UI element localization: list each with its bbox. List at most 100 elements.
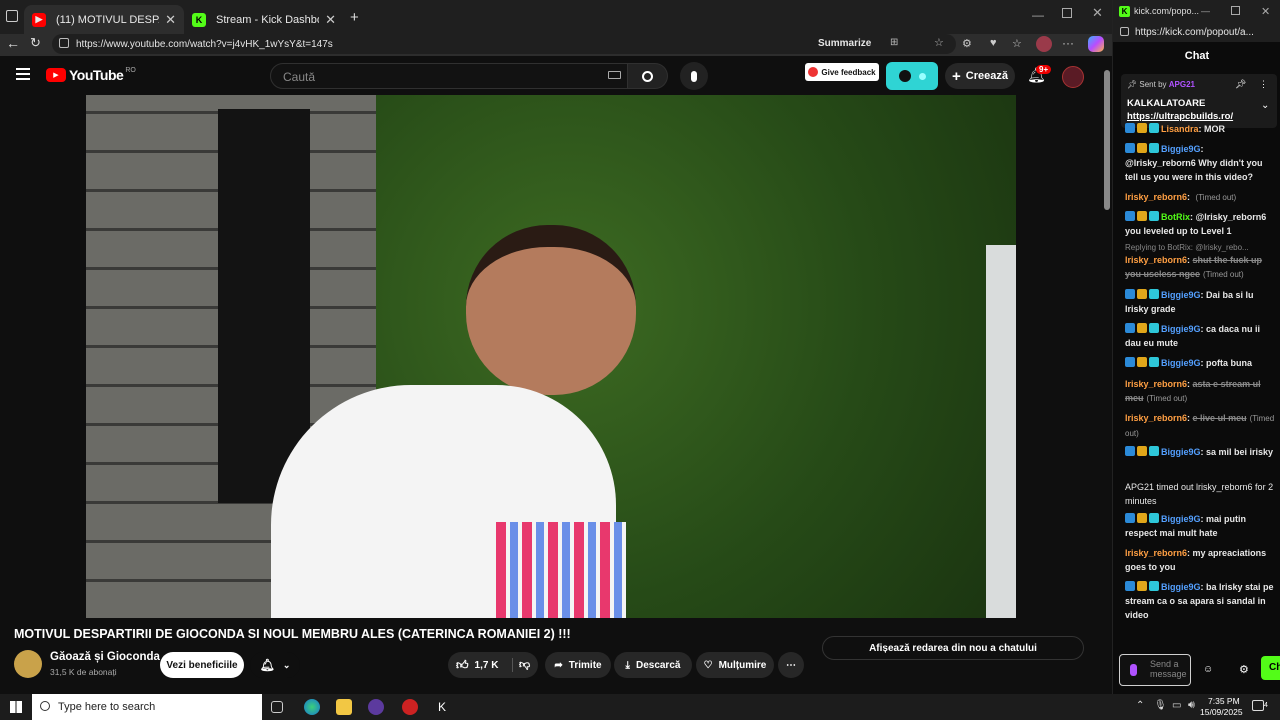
live-extension-button[interactable] bbox=[886, 62, 938, 90]
kick-app-icon[interactable]: K bbox=[434, 699, 450, 715]
youtube-logo[interactable]: ▶ YouTube RO bbox=[46, 67, 136, 83]
more-menu-icon[interactable]: ··· bbox=[1062, 36, 1074, 50]
chat-message[interactable]: lrisky_reborn6: e live ul meu (Timed out) bbox=[1125, 411, 1275, 441]
microphone-tray-icon[interactable]: 🎙︎ bbox=[1154, 700, 1167, 711]
site-info-icon[interactable] bbox=[59, 38, 69, 48]
subscribed-bell-button[interactable]: 🔔︎ ⌄ bbox=[250, 652, 300, 678]
unpin-icon[interactable]: 📌︎ bbox=[1235, 79, 1246, 90]
browser-essentials-icon[interactable]: ♥ bbox=[990, 37, 997, 49]
chat-message[interactable]: Biggie9G: ca daca nu ii dau eu mute bbox=[1125, 322, 1275, 350]
pinned-more-icon[interactable]: ⋮ bbox=[1259, 79, 1268, 90]
chat-message[interactable]: BotRix: @lrisky_reborn6 you leveled up t… bbox=[1125, 210, 1275, 238]
show-chat-replay-button[interactable]: Afișează redarea din nou a chatului bbox=[822, 636, 1084, 660]
chat-username[interactable]: Biggie9G bbox=[1161, 514, 1201, 524]
extensions-icon[interactable]: ⚙ bbox=[962, 37, 972, 50]
chat-username[interactable]: lrisky_reborn6 bbox=[1125, 255, 1187, 265]
favorites-icon[interactable]: ☆ bbox=[1012, 37, 1022, 50]
close-window-icon[interactable]: ✕ bbox=[1092, 5, 1103, 21]
emote-picker-icon[interactable]: ☺ bbox=[1203, 664, 1213, 675]
chat-message[interactable]: lrisky_reborn6: asta e stream ul meu (Tim… bbox=[1125, 377, 1275, 406]
account-avatar[interactable] bbox=[1062, 66, 1084, 88]
chat-username[interactable]: Biggie9G bbox=[1161, 290, 1201, 300]
hamburger-menu-icon[interactable] bbox=[16, 68, 30, 80]
chat-username[interactable]: Biggie9G bbox=[1161, 447, 1201, 457]
clock-date[interactable]: 15/09/2025 bbox=[1200, 707, 1243, 717]
close-tab-icon[interactable]: ✕ bbox=[325, 12, 336, 28]
chat-message[interactable]: Biggie9G: ba lrisky stai pe stream ca o … bbox=[1125, 580, 1275, 622]
taskbar-search-input[interactable]: Type here to search bbox=[32, 694, 262, 720]
chat-settings-icon[interactable]: ⚙ bbox=[1239, 663, 1249, 676]
record-app-icon[interactable] bbox=[402, 699, 418, 715]
channel-name[interactable]: Găoază și Gioconda bbox=[50, 651, 160, 663]
clock-time[interactable]: 7:35 PM bbox=[1208, 696, 1240, 706]
chat-username[interactable]: lrisky_reborn6 bbox=[1125, 379, 1187, 389]
chat-message[interactable]: Biggie9G: sa mil bei irisky bbox=[1125, 445, 1275, 459]
minimize-window-icon[interactable]: — bbox=[1032, 8, 1044, 22]
collapse-chevron-icon[interactable]: ⌄ bbox=[1261, 100, 1269, 111]
video-player[interactable] bbox=[86, 95, 1016, 618]
pinned-message[interactable]: 📌︎ Sent by APG21 📌︎ ⋮ KALKALATOARE https… bbox=[1121, 74, 1277, 128]
favorite-star-icon[interactable]: ☆ bbox=[934, 36, 944, 49]
chat-message[interactable]: lrisky_reborn6: (Timed out) bbox=[1125, 190, 1275, 205]
share-button[interactable]: ➦ Trimite bbox=[545, 652, 611, 678]
close-window-icon[interactable]: ✕ bbox=[1261, 5, 1270, 18]
chat-username[interactable]: Lisandra bbox=[1161, 124, 1199, 134]
chat-system-message[interactable]: APG21 timed out lrisky_reborn6 for 2 min… bbox=[1125, 480, 1275, 508]
tab-kick-dashboard[interactable]: K Stream - Kick Dashboard ✕ bbox=[184, 5, 344, 34]
page-scrollbar[interactable] bbox=[1102, 56, 1112, 694]
edge-browser-icon[interactable] bbox=[304, 699, 320, 715]
keyboard-icon[interactable] bbox=[608, 71, 621, 79]
volume-icon[interactable]: 🔊︎ bbox=[1188, 699, 1195, 712]
tab-youtube[interactable]: ▶ (11) MOTIVUL DESPARTIRII D ✕ bbox=[24, 5, 184, 34]
search-input[interactable]: Caută bbox=[270, 63, 628, 89]
kick-url-field[interactable]: https://kick.com/popout/a... bbox=[1113, 22, 1280, 42]
close-tab-icon[interactable]: ✕ bbox=[165, 12, 176, 28]
search-button[interactable] bbox=[628, 63, 668, 89]
chat-username[interactable]: lrisky_reborn6 bbox=[1125, 192, 1187, 202]
chat-message[interactable]: Replying to BotRix: @lrisky_rebo... lrisk… bbox=[1125, 242, 1275, 282]
download-button[interactable]: ⤓ Descarcă bbox=[614, 652, 692, 678]
copilot-icon[interactable] bbox=[1088, 36, 1104, 52]
dislike-button[interactable]: 👎︎ bbox=[512, 658, 530, 672]
new-tab-icon[interactable]: + bbox=[350, 9, 359, 26]
show-hidden-icons-icon[interactable]: ⌃ bbox=[1136, 700, 1144, 711]
file-explorer-icon[interactable] bbox=[336, 699, 352, 715]
obs-studio-icon[interactable] bbox=[368, 699, 384, 715]
chat-username[interactable]: lrisky_reborn6 bbox=[1125, 548, 1187, 558]
chat-message[interactable]: Biggie9G: pofta buna bbox=[1125, 356, 1275, 370]
profile-avatar[interactable] bbox=[1036, 36, 1052, 52]
chat-message[interactable]: Biggie9G: Dai ba si lu lrisky grade bbox=[1125, 288, 1275, 316]
chat-username[interactable]: Biggie9G bbox=[1161, 324, 1201, 334]
chat-message-input[interactable]: Send a message bbox=[1119, 654, 1191, 686]
network-icon[interactable]: ▭ bbox=[1172, 700, 1181, 711]
chat-username[interactable]: lrisky_reborn6 bbox=[1125, 413, 1187, 423]
notification-center-icon[interactable] bbox=[1252, 700, 1264, 711]
more-actions-button[interactable]: ⋯ bbox=[778, 652, 804, 678]
url-input[interactable]: https://www.youtube.com/watch?v=j4vHK_1w… bbox=[52, 34, 956, 54]
task-view-icon[interactable] bbox=[271, 701, 283, 713]
send-chat-button[interactable]: Ch bbox=[1261, 656, 1280, 680]
refresh-icon[interactable]: ↻ bbox=[30, 35, 41, 51]
minimize-window-icon[interactable]: — bbox=[1201, 6, 1210, 16]
like-button[interactable]: 👍︎ 1,7 K 👎︎ bbox=[448, 652, 538, 678]
channel-avatar[interactable] bbox=[14, 650, 42, 678]
chat-username[interactable]: Biggie9G bbox=[1161, 582, 1201, 592]
back-arrow-icon[interactable]: ← bbox=[6, 35, 20, 51]
summarize-button[interactable]: Summarize bbox=[818, 38, 871, 49]
create-button[interactable]: + Creează bbox=[945, 63, 1015, 89]
maximize-window-icon[interactable] bbox=[1062, 8, 1072, 18]
tab-actions-icon[interactable] bbox=[6, 10, 18, 22]
chat-message[interactable]: Biggie9G: mai putin respect mai mult hat… bbox=[1125, 512, 1275, 540]
give-feedback-button[interactable]: Give feedback bbox=[805, 63, 879, 81]
chat-message[interactable]: Biggie9G: @lrisky_reborn6 Why didn't you… bbox=[1125, 142, 1275, 184]
chat-message[interactable]: Lisandra: MOR bbox=[1125, 122, 1275, 136]
start-button[interactable] bbox=[10, 701, 22, 713]
chat-username[interactable]: BotRix bbox=[1161, 212, 1190, 222]
read-aloud-icon[interactable]: ⊞ bbox=[890, 37, 898, 48]
join-benefits-button[interactable]: Vezi beneficiile bbox=[160, 652, 244, 678]
chat-username[interactable]: Biggie9G bbox=[1161, 144, 1201, 154]
thanks-button[interactable]: ♡ Mulțumire bbox=[696, 652, 774, 678]
scrollbar-thumb[interactable] bbox=[1104, 70, 1110, 210]
chat-message[interactable]: lrisky_reborn6: my apreaciations goes to… bbox=[1125, 546, 1275, 574]
voice-search-button[interactable] bbox=[680, 62, 708, 90]
